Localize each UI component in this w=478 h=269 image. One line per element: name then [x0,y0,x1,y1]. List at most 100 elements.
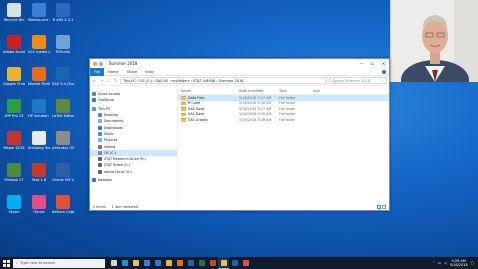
clock-date: 5/16/2018 [449,263,468,267]
taskbar-app-word[interactable] [185,257,196,269]
taskbar-search-placeholder: Type here to search [20,261,56,265]
taskbar-app-sas[interactable] [229,257,240,269]
file-date: 5/16/2018 9:26 AM [239,117,272,122]
file-type: File folder [279,101,296,106]
column-name[interactable]: Name [181,89,239,93]
desktop-icon-stat[interactable]: Stat 1.6 [28,163,50,182]
desktop-icon-label: VLC media player [28,50,50,54]
file-date: 5/16/2018 9:27 AM [239,95,272,100]
desktop-icon-hp[interactable]: HP Solution Center [28,99,50,118]
nav-item-label: Network [98,178,113,182]
volume-icon[interactable]: ◁ [444,261,447,265]
tab-file[interactable]: File [90,67,105,76]
videos-icon [98,144,102,149]
taskbar-app-kaltura[interactable] [240,257,251,269]
desktop-icon-vlc[interactable]: VLC media player [28,35,50,54]
file-name: Data Files [188,95,205,100]
taskbar-app-task-view[interactable] [108,257,119,269]
desktop-icon-chrome[interactable]: Google Chrome [3,67,25,86]
details-view-icon[interactable] [377,204,381,209]
rstudio-icon [56,35,70,49]
tab-view[interactable]: View [141,70,158,74]
desktop-icon-recycle-bin[interactable]: Recycle Bin [3,3,25,22]
back-arrow-icon[interactable]: ← [92,78,97,83]
desktop-icon-latex[interactable]: LaTeX Editor [52,99,74,118]
desktop-icon-jmp[interactable]: JMP Pro 13 [3,99,25,118]
taskbar-app-firefox[interactable] [174,257,185,269]
taskbar-app-chrome[interactable] [163,257,174,269]
column-size[interactable]: Size [313,89,333,93]
address-row: ← → ⌄ ↑ This PC › OS (C:) › SAS-UE › myf… [90,76,389,86]
file-name-cell: R Code [181,101,239,105]
taskbar-app-file-explorer[interactable] [130,257,141,269]
desktop-icon-pxecutor[interactable]: pXecutor (Shortcut) [52,131,74,150]
taskbar-app-explorer-window[interactable] [218,257,229,269]
desktop-icon-acrobat[interactable]: Adobe Acrobat DC [3,35,25,54]
taskbar-app-powerpoint[interactable] [207,257,218,269]
desktop-icon-virtualbox[interactable]: Oracle VM VirtualBox [52,163,74,182]
column-type[interactable]: Type [279,89,313,93]
acrobat-icon [7,35,21,49]
minimize-button[interactable]: — [356,59,367,68]
pxecutor-icon [56,131,70,145]
up-arrow-icon[interactable]: ↑ [113,78,118,83]
desktop-icon-label: Oracle VM VirtualBox [52,178,74,182]
desktop-icon-label: iTunes [33,210,45,214]
itunes-icon [32,195,46,209]
maximize-button[interactable]: ☐ [367,59,378,68]
window-titlebar[interactable]: Summer 2018 — ☐ ✕ [90,59,389,68]
address-bar[interactable]: This PC › OS (C:) › SAS-UE › myfolders ›… [120,77,327,84]
taskbar-app-mail[interactable] [152,257,163,269]
properties-icon[interactable] [99,61,103,66]
webcam-overlay [390,0,478,82]
desktop-icon-label: JMP Pro 13 [4,114,24,118]
column-date-modified[interactable]: Date modified [239,89,279,93]
file-name-cell: SAS Graphs [181,118,239,122]
help-icon[interactable] [382,69,386,74]
desktop-icon-label: pXecutor (Shortcut) [52,146,74,150]
taskbar-app-excel[interactable] [196,257,207,269]
start-button[interactable] [0,257,12,269]
file-explorer-icon [132,260,139,266]
desktop-icon-itunes[interactable]: iTunes [28,195,50,214]
taskbar-app-store[interactable] [141,257,152,269]
desktop-icon-firefox[interactable]: Mozilla Firefox [28,67,50,86]
ribbon-tabs: File Home Share View [90,67,389,76]
network-icon[interactable]: ▭ [438,261,441,265]
r-icon [56,3,70,17]
desktop-icon-skype[interactable]: Skype [3,195,25,214]
tab-home[interactable]: Home [104,70,123,74]
desktop-icon-websource[interactable]: WebSource Summer [28,3,50,22]
desktop-icon-snipping-tool[interactable]: Snipping Tool [28,131,50,150]
table-row[interactable]: SAS Graphs 5/16/2018 9:26 AM File folder [178,117,389,123]
recycle-bin-icon [7,3,21,17]
nav-item[interactable]: daniel Drive (U:) [90,169,177,175]
file-explorer-window[interactable]: Summer 2018 — ☐ ✕ File Home Share View ←… [89,58,390,211]
chevron-down-icon[interactable]: ⌄ [106,78,111,83]
desktop-icon-kaltura[interactable]: Kaltura CaptureSp... [52,195,74,214]
forward-arrow-icon[interactable]: → [99,78,104,83]
desktop-icon-r[interactable]: R x64 3.3.1 [52,3,74,22]
notifications-icon[interactable]: ▢ [471,261,474,265]
taskbar-search-input[interactable]: ⌕ Type here to search [13,258,105,268]
nav-item[interactable]: Network [90,177,177,183]
search-placeholder: Search Summer 2018 [332,79,371,83]
search-icon: ⌕ [16,261,19,265]
nav-item[interactable]: OneDrive [90,97,177,103]
large-icons-view-icon[interactable] [382,204,386,209]
desktop-icon-rstudio[interactable]: RStudio [52,35,74,54]
desktop-icon-minitab[interactable]: Minitab 17 [3,163,25,182]
chevron-up-icon[interactable]: ˄ [433,261,435,265]
desktop-icon-maple[interactable]: Maple 2015 [3,131,25,150]
desktop-icon-label: HP Solution Center [28,114,50,118]
desktop-icon-label: Google Chrome [3,82,25,86]
store-icon [143,260,150,266]
search-input[interactable]: Search Summer 2018 ⌕ [329,77,387,84]
tab-share[interactable]: Share [123,70,141,74]
clock[interactable]: 9:28 AM 5/16/2018 [450,259,468,267]
taskbar-app-edge[interactable] [119,257,130,269]
desktop-icon-sas[interactable]: SAS 9.4 (English) [52,67,74,86]
close-button[interactable]: ✕ [378,59,389,68]
file-type: File folder [279,95,296,100]
desktop-icon-label: Kaltura CaptureSp... [52,210,74,214]
